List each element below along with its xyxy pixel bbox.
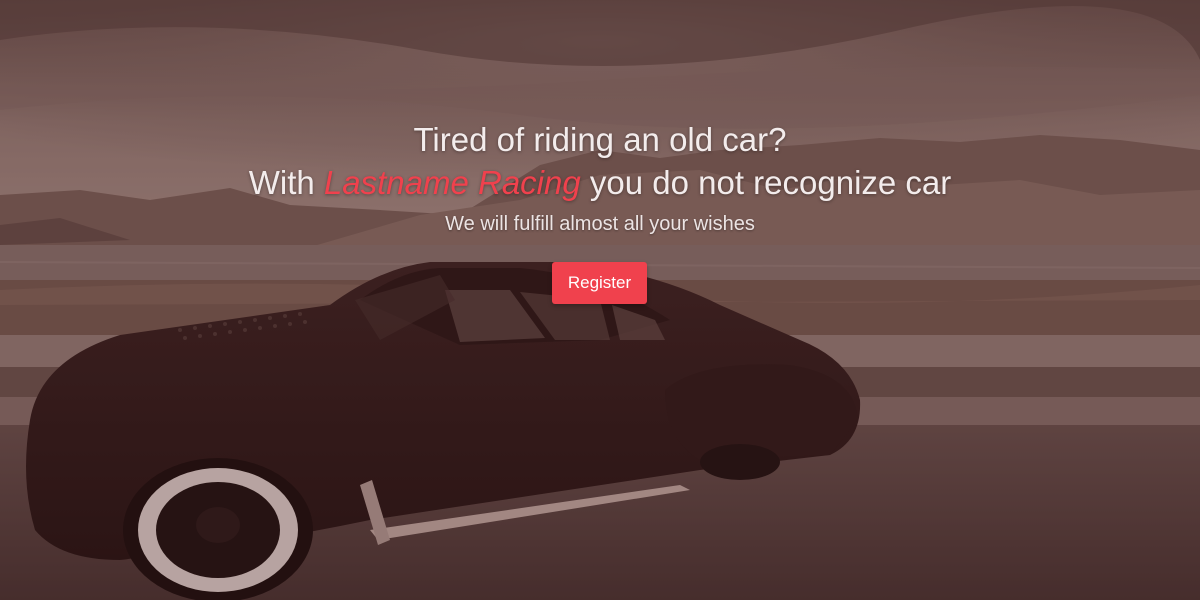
hero-subtitle: We will fulfill almost all your wishes (445, 213, 755, 235)
brand-name: Lastname Racing (323, 164, 581, 201)
register-button[interactable]: Register (552, 262, 647, 304)
headline-line-2: With Lastname Racing you do not recogniz… (0, 161, 1200, 205)
headline-suffix: you do not recognize car (580, 164, 952, 201)
headline-prefix: With (248, 164, 324, 201)
headline-line-1: Tired of riding an old car? (413, 121, 787, 158)
hero-section: Tired of riding an old car? With Lastnam… (0, 0, 1200, 600)
